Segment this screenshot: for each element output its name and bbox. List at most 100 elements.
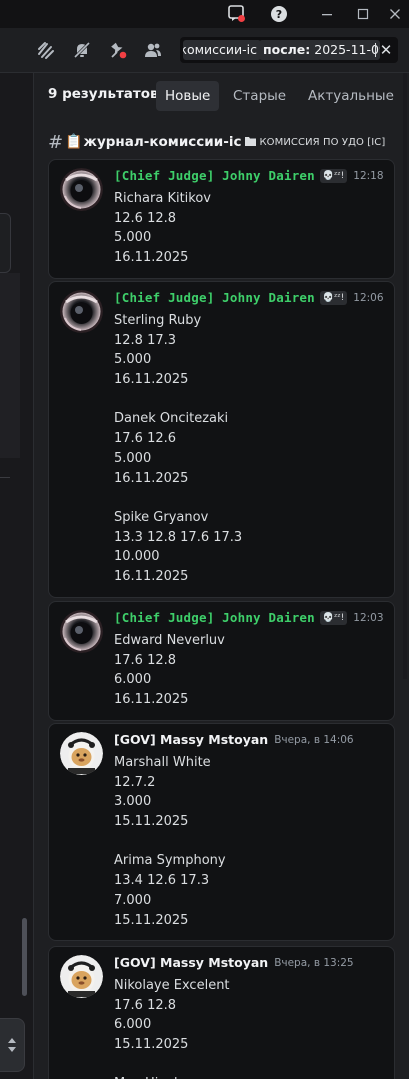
message-header: [GOV] Massy Mstoyan Вчера, в 14:06 — [114, 732, 354, 747]
sort-toggle-button[interactable] — [0, 1018, 25, 1072]
left-pane-scrollbar[interactable] — [22, 918, 27, 996]
results-count: 9 результатов — [48, 86, 159, 102]
message-line: Marshall White — [114, 755, 211, 770]
message-line: 17.6 12.6 — [114, 431, 177, 447]
message-line: Edward Neverluv — [114, 633, 225, 648]
message-line: Spike Gryanov — [114, 509, 209, 525]
author-name[interactable]: [Chief Judge] Johny Dairen — [114, 168, 315, 183]
message-content: Sterling Ruby 12.8 17.3 5.000 16.11.2025 Dan… — [114, 311, 242, 587]
message-content: Nikolaye Excelent 17.6 12.8 6.000 15.11.202… — [114, 976, 230, 1079]
threads-icon[interactable] — [36, 40, 56, 60]
message-line: Max Hiyoko — [114, 1074, 230, 1079]
message-header: [GOV] Massy Mstoyan Вчера, в 13:25 — [114, 955, 354, 970]
minimize-icon[interactable] — [316, 4, 338, 24]
folder-icon — [245, 136, 257, 149]
message-header: [Chief Judge] Johny Dairen 💀ᶻᶻ! 12:06 — [114, 290, 384, 305]
channel-toolbar: комиссии-ic после: 2025-11-09 ✕ — [0, 28, 409, 73]
divider — [0, 477, 10, 478]
results-scroll-track[interactable] — [403, 73, 407, 679]
avatar[interactable] — [60, 955, 103, 998]
search-result-card[interactable]: [Chief Judge] Johny Dairen 💀ᶻᶻ! 12:03 Edwar… — [48, 601, 395, 721]
tab-oldest[interactable]: Старые — [224, 81, 295, 111]
clipboard-icon: 📋 — [65, 134, 83, 150]
search-results-panel: 9 результатов Новые Старые Актуальные # … — [34, 73, 409, 1079]
message-line: 3.000 — [114, 794, 152, 810]
message-line: 13.4 12.6 17.3 — [114, 873, 210, 889]
channel-hash-icon: # — [48, 131, 64, 153]
message-line: 10.000 — [114, 549, 160, 565]
message-line: Sterling Ruby — [114, 313, 202, 328]
mute-bell-icon[interactable] — [72, 40, 92, 60]
close-icon[interactable] — [384, 4, 406, 24]
message-line: 16.11.2025 — [114, 372, 189, 388]
message-line: 15.11.2025 — [114, 912, 189, 928]
left-pane-card — [0, 213, 11, 273]
message-content: Marshall White 12.7.2 3.000 15.11.2025 Arima… — [114, 753, 226, 930]
message-timestamp: Вчера, в 14:06 — [274, 733, 354, 746]
message-line: 5.000 — [114, 352, 152, 368]
channel-header[interactable]: # 📋 журнал-комиссии-ic КОМИССИЯ ПО УДО [… — [48, 131, 386, 153]
message-timestamp: Вчера, в 13:25 — [274, 956, 354, 969]
message-timestamp: 12:06 — [353, 291, 384, 304]
message-line: 15.11.2025 — [114, 1037, 189, 1053]
help-icon[interactable]: ? — [268, 4, 290, 24]
message-line: 16.11.2025 — [114, 692, 189, 708]
category-name: КОМИССИЯ ПО УДО [IC] — [259, 136, 386, 148]
server-tag-badge[interactable]: 💀ᶻᶻ! — [319, 290, 348, 305]
message-line: 16.11.2025 — [114, 568, 189, 584]
message-line: 5.000 — [114, 450, 152, 466]
author-name[interactable]: [Chief Judge] Johny Dairen — [114, 290, 315, 305]
tab-newest[interactable]: Новые — [156, 81, 220, 111]
message-content: Edward Neverluv 17.6 12.8 6.000 16.11.2025 — [114, 631, 225, 710]
left-pane — [0, 73, 34, 1079]
message-line: 16.11.2025 — [114, 250, 189, 266]
search-filter-after[interactable]: после: 2025-11-09 — [259, 40, 380, 60]
message-line: 7.000 — [114, 892, 152, 908]
author-name[interactable]: [GOV] Massy Mstoyan — [114, 955, 268, 970]
author-name[interactable]: [Chief Judge] Johny Dairen — [114, 610, 315, 625]
avatar[interactable] — [60, 290, 103, 333]
message-line: 13.3 12.8 17.6 17.3 — [114, 529, 243, 545]
svg-text:?: ? — [276, 8, 282, 21]
message-content: Richara Kitikov 12.6 12.8 5.000 16.11.2025 — [114, 189, 211, 268]
channel-name: журнал-комиссии-ic — [83, 134, 242, 150]
search-result-card[interactable]: [Chief Judge] Johny Dairen 💀ᶻᶻ! 12:18 Richa… — [48, 159, 395, 279]
pin-icon[interactable] — [108, 40, 128, 60]
maximize-icon[interactable] — [352, 4, 374, 24]
message-line: 6.000 — [114, 672, 152, 688]
message-line: 16.11.2025 — [114, 470, 189, 486]
search-input[interactable]: комиссии-ic после: 2025-11-09 ✕ — [180, 37, 398, 63]
message-header: [Chief Judge] Johny Dairen 💀ᶻᶻ! 12:18 — [114, 168, 384, 183]
author-name[interactable]: [GOV] Massy Mstoyan — [114, 732, 268, 747]
search-result-card[interactable]: [Chief Judge] Johny Dairen 💀ᶻᶻ! 12:06 Sterl… — [48, 281, 395, 598]
search-result-card[interactable]: [GOV] Massy Mstoyan Вчера, в 13:25 Nikolay… — [48, 946, 395, 1079]
message-line: 12.7.2 — [114, 774, 156, 790]
avatar[interactable] — [60, 732, 103, 775]
message-header: [Chief Judge] Johny Dairen 💀ᶻᶻ! 12:03 — [114, 610, 384, 625]
avatar[interactable] — [60, 168, 103, 211]
avatar[interactable] — [60, 610, 103, 653]
message-line: 17.6 12.8 — [114, 997, 177, 1013]
message-timestamp: 12:03 — [353, 611, 384, 624]
search-filter-channel[interactable]: комиссии-ic — [183, 40, 261, 60]
message-line: 17.6 12.8 — [114, 652, 177, 668]
search-result-card[interactable]: [GOV] Massy Mstoyan Вчера, в 14:06 Marshal… — [48, 723, 395, 941]
results-header: 9 результатов Новые Старые Актуальные — [34, 73, 409, 119]
message-line: 12.6 12.8 — [114, 210, 177, 226]
inbox-icon[interactable] — [226, 4, 248, 24]
message-line: Richara Kitikov — [114, 191, 211, 206]
tab-relevant[interactable]: Актуальные — [299, 81, 403, 111]
message-line: Nikolaye Excelent — [114, 978, 230, 993]
clear-search-button[interactable]: ✕ — [376, 40, 396, 60]
server-tag-badge[interactable]: 💀ᶻᶻ! — [319, 168, 348, 183]
window-titlebar: ? — [0, 0, 409, 28]
message-line: Danek Oncitezaki — [114, 411, 229, 427]
message-line: 15.11.2025 — [114, 814, 189, 830]
members-icon[interactable] — [143, 40, 163, 60]
left-pane-panel — [0, 273, 20, 458]
server-tag-badge[interactable]: 💀ᶻᶻ! — [319, 610, 348, 625]
